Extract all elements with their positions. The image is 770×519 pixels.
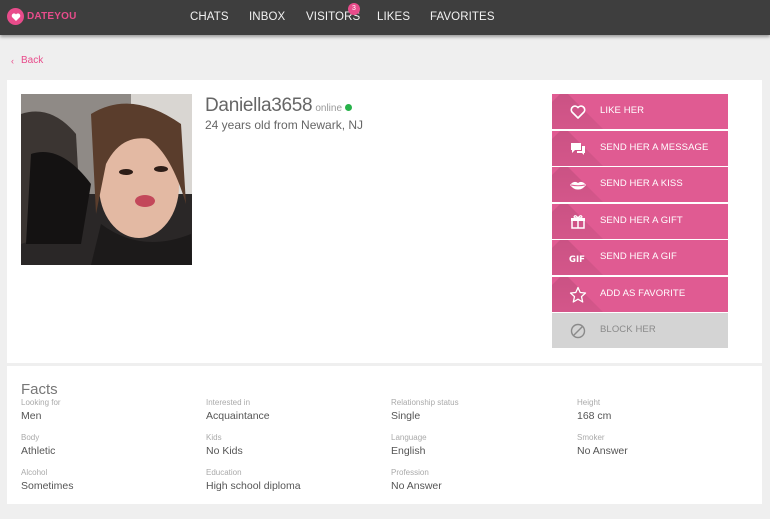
fact-smoker: Smoker No Answer: [577, 433, 628, 458]
add-favorite-button[interactable]: ADD AS FAVORITE: [552, 276, 728, 312]
fact-label: Relationship status: [391, 398, 459, 407]
fact-value: Athletic: [21, 445, 56, 457]
star-icon: [569, 286, 587, 304]
svg-text:GIF: GIF: [569, 255, 585, 265]
fact-value: No Answer: [577, 445, 628, 457]
action-buttons: LIKE HER SEND HER A MESSAGE SEND HER A K…: [552, 94, 728, 350]
like-button-label: LIKE HER: [600, 105, 645, 116]
fact-value: Acquaintance: [206, 410, 270, 422]
chevron-left-icon: ‹: [11, 55, 14, 66]
nav-likes[interactable]: LIKES: [377, 11, 410, 23]
profile-name-line: Daniella3658 online: [205, 95, 353, 117]
fact-value: No Kids: [206, 445, 243, 457]
fact-label: Language: [391, 433, 427, 442]
send-gif-label: SEND HER A GIF: [600, 251, 677, 262]
online-status: online: [315, 103, 343, 114]
visitors-count-badge: 3: [348, 3, 360, 15]
fact-label: Smoker: [577, 433, 605, 442]
profile-photo[interactable]: [21, 94, 192, 265]
fact-value: Sometimes: [21, 480, 74, 492]
age-location: 24 years old from Newark, NJ: [205, 118, 364, 132]
fact-value: English: [391, 445, 426, 457]
send-kiss-button[interactable]: SEND HER A KISS: [552, 167, 728, 202]
fact-height: Height 168 cm: [577, 398, 611, 423]
chat-bubbles-icon: [569, 140, 587, 158]
main-nav: CHATS INBOX VISITORS 3 LIKES FAVORITES: [0, 3, 770, 25]
fact-value: High school diploma: [206, 480, 301, 492]
fact-value: Single: [391, 410, 421, 422]
send-gif-button[interactable]: GIF SEND HER A GIF: [552, 240, 728, 275]
username: Daniella3658: [205, 95, 313, 116]
fact-looking-for: Looking for Men: [21, 398, 61, 423]
fact-value: Men: [21, 410, 42, 422]
fact-kids: Kids No Kids: [206, 433, 243, 458]
online-indicator-icon: [345, 104, 353, 111]
back-label: Back: [21, 55, 44, 66]
heart-icon: [569, 103, 587, 121]
fact-label: Education: [206, 468, 242, 477]
fact-language: Language English: [391, 433, 427, 458]
back-link[interactable]: ‹ Back: [11, 55, 43, 66]
fact-body: Body Athletic: [21, 433, 55, 458]
facts-card: Facts Looking for Men Interested in Acqu…: [7, 366, 762, 504]
block-icon: [569, 322, 587, 340]
like-button[interactable]: LIKE HER: [552, 94, 728, 129]
fact-label: Profession: [391, 468, 429, 477]
fact-label: Height: [577, 398, 601, 407]
fact-interested-in: Interested in Acquaintance: [206, 398, 270, 423]
nav-chats[interactable]: CHATS: [190, 11, 229, 23]
top-nav-bar: DATEYOU CHATS INBOX VISITORS 3 LIKES FAV…: [0, 0, 770, 35]
gif-icon: GIF: [569, 249, 587, 267]
facts-title: Facts: [21, 381, 58, 398]
fact-education: Education High school diploma: [206, 468, 301, 493]
send-kiss-label: SEND HER A KISS: [600, 178, 683, 189]
fact-label: Kids: [206, 433, 222, 442]
fact-label: Looking for: [21, 398, 61, 407]
fact-label: Body: [21, 433, 40, 442]
gift-icon: [569, 213, 587, 231]
send-message-button[interactable]: SEND HER A MESSAGE: [552, 130, 728, 166]
fact-label: Interested in: [206, 398, 251, 407]
nav-favorites[interactable]: FAVORITES: [430, 11, 495, 23]
block-button[interactable]: BLOCK HER: [552, 313, 728, 348]
nav-inbox[interactable]: INBOX: [249, 11, 285, 23]
block-label: BLOCK HER: [600, 324, 656, 335]
fact-alcohol: Alcohol Sometimes: [21, 468, 74, 493]
fact-relationship-status: Relationship status Single: [391, 398, 459, 423]
fact-profession: Profession No Answer: [391, 468, 442, 493]
send-gift-label: SEND HER A GIFT: [600, 214, 683, 226]
send-gift-button[interactable]: SEND HER A GIFT: [552, 203, 728, 239]
fact-value: 168 cm: [577, 410, 612, 422]
add-favorite-label: ADD AS FAVORITE: [600, 287, 686, 299]
profile-card: Daniella3658 online 24 years old from Ne…: [7, 80, 762, 363]
fact-label: Alcohol: [21, 468, 48, 477]
fact-value: No Answer: [391, 480, 442, 492]
send-message-label: SEND HER A MESSAGE: [600, 141, 709, 153]
lips-icon: [569, 176, 587, 194]
